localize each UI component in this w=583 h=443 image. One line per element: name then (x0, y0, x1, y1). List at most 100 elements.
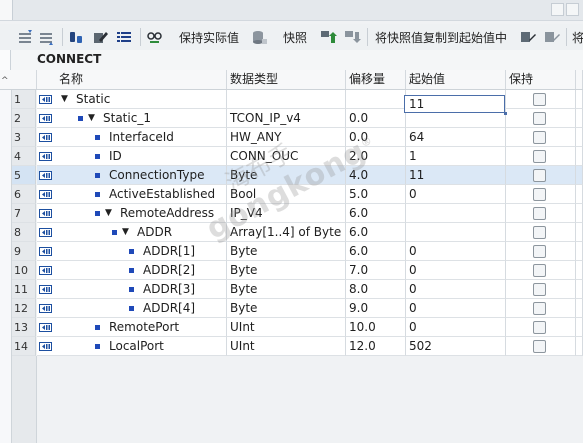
start-value-cell[interactable] (406, 204, 506, 223)
tree-expand-icon[interactable]: ▼ (105, 204, 112, 222)
editor-resize-handle[interactable] (504, 112, 507, 115)
retain-checkbox[interactable] (533, 188, 546, 201)
offset-cell[interactable]: 0.0 (346, 109, 406, 128)
row-number[interactable]: 3 (12, 128, 36, 147)
table-row[interactable]: 7 ▼ RemoteAddress IP_V4 6.0 (0, 204, 583, 223)
start-value-cell[interactable]: 1 (406, 147, 506, 166)
header-name[interactable]: 名称 (37, 70, 227, 89)
offset-cell[interactable]: 6.0 (346, 223, 406, 242)
row-number[interactable]: 10 (12, 261, 36, 280)
collapse-gutter[interactable] (0, 50, 11, 70)
data-type-cell[interactable] (227, 90, 346, 109)
start-value-editor-text[interactable]: 11 (409, 97, 424, 111)
retain-checkbox[interactable] (533, 302, 546, 315)
data-type-cell[interactable]: Byte (227, 261, 346, 280)
header-offset[interactable]: 偏移量 (346, 70, 406, 89)
data-type-cell[interactable]: Byte (227, 242, 346, 261)
toolbar-overflow-button[interactable]: 将 (572, 28, 583, 46)
retain-checkbox[interactable] (533, 150, 546, 163)
retain-checkbox[interactable] (533, 226, 546, 239)
retain-checkbox[interactable] (533, 169, 546, 182)
snapshot-button[interactable] (251, 28, 268, 46)
data-type-cell[interactable]: TCON_IP_v4 (227, 109, 346, 128)
tree-expand-icon[interactable]: ▼ (88, 109, 95, 127)
start-value-cell[interactable] (406, 223, 506, 242)
copy-start-button[interactable] (520, 28, 537, 46)
name-cell[interactable]: ID (37, 147, 227, 166)
name-cell[interactable]: ADDR[2] (37, 261, 227, 280)
retain-checkbox[interactable] (533, 93, 546, 106)
row-number[interactable]: 13 (12, 318, 36, 337)
row-number[interactable]: 14 (12, 337, 36, 356)
copy-snapshot-to-start-button[interactable]: 将快照值复制到起始值中 (375, 28, 507, 46)
start-value-cell[interactable]: 64 (406, 128, 506, 147)
header-expand-icon[interactable]: ^ (1, 76, 9, 86)
load-snapshot-button[interactable] (320, 28, 337, 46)
tab-stub[interactable] (0, 0, 13, 20)
data-type-cell[interactable]: UInt (227, 337, 346, 356)
table-row[interactable]: 8 ▼ ADDR Array[1..4] of Byte 6.0 (0, 223, 583, 242)
data-type-cell[interactable]: Byte (227, 299, 346, 318)
offset-cell[interactable]: 0.0 (346, 128, 406, 147)
name-cell[interactable]: ActiveEstablished (37, 185, 227, 204)
offset-cell[interactable] (346, 90, 406, 109)
start-value-cell[interactable]: 0 (406, 185, 506, 204)
row-number[interactable]: 1 (12, 90, 36, 109)
retain-checkbox[interactable] (533, 264, 546, 277)
table-row[interactable]: 10 ADDR[2] Byte 7.0 0 (0, 261, 583, 280)
row-number[interactable]: 8 (12, 223, 36, 242)
name-cell[interactable]: ADDR[1] (37, 242, 227, 261)
row-number[interactable]: 6 (12, 185, 36, 204)
start-value-cell[interactable]: 0 (406, 318, 506, 337)
data-type-cell[interactable]: UInt (227, 318, 346, 337)
offset-cell[interactable]: 6.0 (346, 242, 406, 261)
snapshot-label-button[interactable]: 快照 (283, 28, 307, 46)
start-value-cell[interactable]: 502 (406, 337, 506, 356)
data-type-cell[interactable]: CONN_OUC (227, 147, 346, 166)
panel-toggle-button[interactable] (551, 3, 564, 16)
name-cell[interactable]: RemotePort (37, 318, 227, 337)
data-type-cell[interactable]: IP_V4 (227, 204, 346, 223)
offset-cell[interactable]: 5.0 (346, 185, 406, 204)
table-row[interactable]: 13 RemotePort UInt 10.0 0 (0, 318, 583, 337)
row-number[interactable]: 7 (12, 204, 36, 223)
table-row[interactable]: 6 ActiveEstablished Bool 5.0 0 (0, 185, 583, 204)
name-cell[interactable]: ▼ ADDR (37, 223, 227, 242)
table-row[interactable]: 3 InterfaceId HW_ANY 0.0 64 (0, 128, 583, 147)
retain-checkbox[interactable] (533, 245, 546, 258)
name-cell[interactable]: ADDR[3] (37, 280, 227, 299)
start-value-cell[interactable]: 0 (406, 280, 506, 299)
data-type-cell[interactable]: Byte (227, 280, 346, 299)
row-number[interactable]: 2 (12, 109, 36, 128)
monitor-button[interactable] (68, 28, 85, 46)
start-value-cell[interactable]: 0 (406, 242, 506, 261)
offset-cell[interactable]: 8.0 (346, 280, 406, 299)
name-cell[interactable]: ConnectionType (37, 166, 227, 185)
copy-actual-button[interactable] (544, 28, 561, 46)
add-row-button[interactable] (38, 28, 55, 46)
offset-cell[interactable]: 2.0 (346, 147, 406, 166)
offset-cell[interactable]: 6.0 (346, 204, 406, 223)
name-cell[interactable]: ▼ RemoteAddress (37, 204, 227, 223)
retain-checkbox[interactable] (533, 207, 546, 220)
retain-checkbox[interactable] (533, 321, 546, 334)
table-row[interactable]: 12 ADDR[4] Byte 9.0 0 (0, 299, 583, 318)
data-type-cell[interactable]: Byte (227, 166, 346, 185)
offset-cell[interactable]: 9.0 (346, 299, 406, 318)
data-type-cell[interactable]: Array[1..4] of Byte (227, 223, 346, 242)
table-row[interactable]: 9 ADDR[1] Byte 6.0 0 (0, 242, 583, 261)
retain-checkbox[interactable] (533, 283, 546, 296)
name-cell[interactable]: ▼ Static_1 (37, 109, 227, 128)
download-snapshot-button[interactable] (344, 28, 361, 46)
row-number[interactable]: 11 (12, 280, 36, 299)
start-value-cell[interactable]: 0 (406, 299, 506, 318)
retain-checkbox[interactable] (533, 131, 546, 144)
header-retain[interactable]: 保持 (506, 70, 576, 89)
row-number[interactable]: 9 (12, 242, 36, 261)
start-value-cell[interactable]: 0 (406, 261, 506, 280)
offset-cell[interactable]: 12.0 (346, 337, 406, 356)
panel-toggle-button-2[interactable] (566, 3, 579, 16)
header-start[interactable]: 起始值 (406, 70, 506, 89)
row-number[interactable]: 4 (12, 147, 36, 166)
start-value-cell[interactable]: 11 (406, 166, 506, 185)
